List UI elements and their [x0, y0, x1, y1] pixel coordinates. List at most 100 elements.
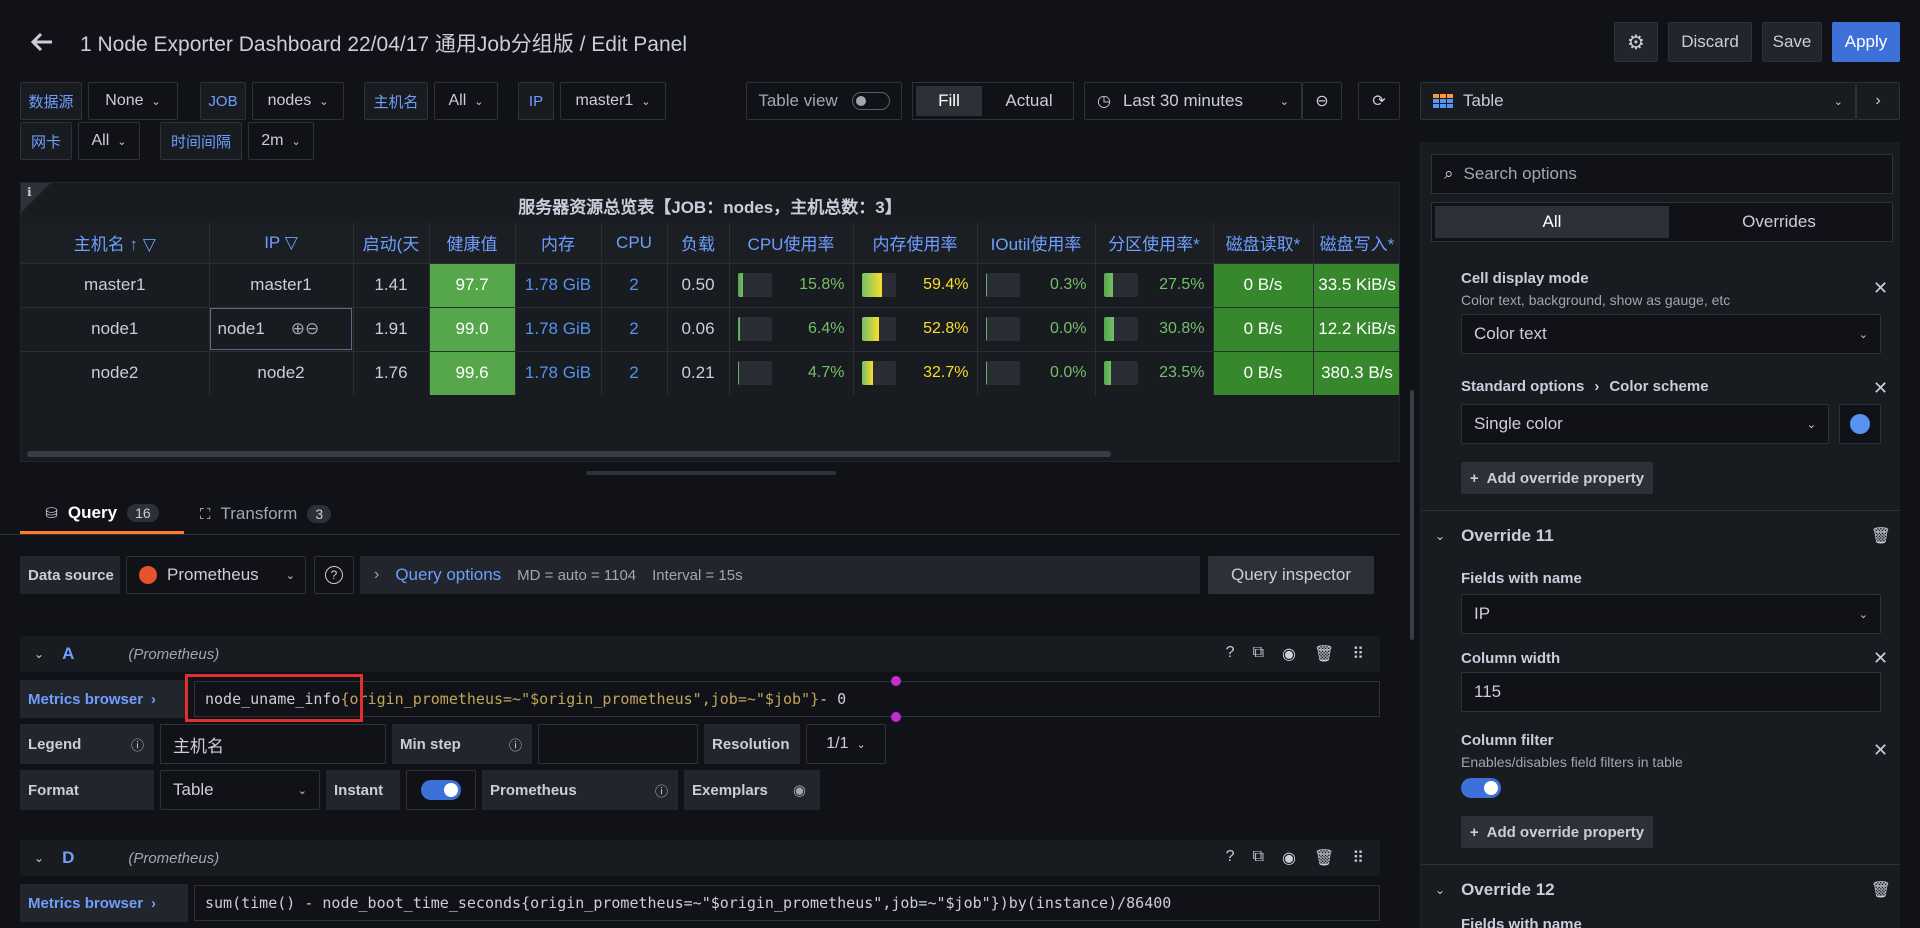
cell-display-select[interactable]: Color text ⌄	[1461, 314, 1881, 354]
splitter-handle[interactable]	[586, 471, 836, 475]
settings-button[interactable]: ⚙	[1614, 22, 1658, 62]
drag-handle-icon[interactable]: ⠿	[1352, 848, 1364, 868]
table-cell-load: 0.50	[667, 262, 730, 307]
table-row: node2 node2 1.76 99.6 1.78 GiB 2 0.21 4.7% 32.7%…	[21, 350, 1399, 395]
column-header-mem[interactable]: 内存	[515, 223, 602, 263]
add-override-property-button[interactable]: + Add override property	[1461, 462, 1653, 494]
column-header-disk-read[interactable]: 磁盘读取*	[1213, 223, 1314, 263]
drag-handle-icon[interactable]: ⠿	[1352, 644, 1364, 664]
query-editor-a[interactable]: node_uname_info {origin_prometheus=~"$ori…	[185, 674, 1380, 722]
horizontal-scrollbar[interactable]	[27, 451, 1111, 457]
tab-overrides[interactable]: Overrides	[1669, 212, 1889, 232]
remove-cell-display-icon[interactable]: ✕	[1873, 278, 1888, 299]
collapse-icon[interactable]: ⌄	[34, 851, 44, 865]
column-header-ip[interactable]: IP ▽	[209, 223, 354, 263]
apply-button[interactable]: Apply	[1832, 22, 1900, 62]
table-cell-ip[interactable]: master1	[209, 262, 354, 307]
trash-icon[interactable]: 🗑	[1871, 526, 1891, 546]
options-scrollbar[interactable]	[1410, 390, 1414, 640]
var-select-host[interactable]: All ⌄	[434, 82, 498, 120]
discard-button[interactable]: Discard	[1668, 22, 1752, 62]
chevron-down-icon: ⌄	[151, 95, 161, 108]
color-scheme-select[interactable]: Single color ⌄	[1461, 404, 1829, 444]
fill-option[interactable]: Fill	[916, 86, 982, 116]
back-arrow-icon[interactable]	[28, 28, 56, 56]
search-options-input[interactable]: ⌕ Search options	[1431, 154, 1893, 194]
remove-color-scheme-icon[interactable]: ✕	[1873, 378, 1888, 399]
var-select-nic[interactable]: All ⌄	[78, 122, 140, 160]
column-header-mem-pct[interactable]: 内存使用率	[853, 223, 978, 263]
column-header-io-pct[interactable]: IOutil使用率	[977, 223, 1096, 263]
override-11-header[interactable]: ⌄ Override 11 🗑	[1435, 516, 1891, 556]
instant-toggle[interactable]	[406, 770, 476, 810]
datasource-picker[interactable]: Prometheus ⌄	[126, 556, 306, 594]
query-editor-d[interactable]: sum(time() - node_boot_time_seconds{orig…	[194, 885, 1380, 921]
column-header-uptime[interactable]: 启动(天	[353, 223, 430, 263]
transform-icon: ⛶	[200, 505, 211, 523]
var-select-job[interactable]: nodes ⌄	[252, 82, 344, 120]
column-header-disk-write[interactable]: 磁盘写入*	[1313, 223, 1399, 263]
visualization-picker[interactable]: Table ⌄	[1420, 82, 1856, 120]
eye-icon[interactable]: ◉	[1282, 644, 1296, 664]
help-icon[interactable]: ?	[1226, 848, 1235, 868]
remove-column-filter-icon[interactable]: ✕	[1873, 740, 1888, 761]
tab-all[interactable]: All	[1435, 206, 1669, 238]
eye-icon[interactable]: ◉	[1282, 848, 1296, 868]
remove-column-width-icon[interactable]: ✕	[1873, 648, 1888, 669]
column-header-cpu[interactable]: CPU	[601, 223, 668, 263]
format-label: Format	[20, 770, 154, 810]
gauge-cell-cpu_pct: 6.4%	[729, 306, 854, 351]
query-options-bar[interactable]: › Query options MD = auto = 1104 Interva…	[360, 556, 1200, 594]
help-icon[interactable]: ?	[1226, 644, 1235, 664]
column-filter-label: Column filter	[1461, 732, 1554, 749]
legend-input[interactable]: 主机名	[160, 724, 386, 764]
collapse-icon[interactable]: ⌄	[34, 647, 44, 661]
trash-icon[interactable]: 🗑	[1871, 880, 1891, 900]
fields-with-name-select[interactable]: IP ⌄	[1461, 594, 1881, 634]
datasource-help-button[interactable]: ?	[314, 556, 354, 594]
filter-zoom-icons[interactable]: ⊕⊖	[291, 319, 320, 338]
filter-icon[interactable]: ▽	[143, 235, 156, 254]
duplicate-icon[interactable]: ⧉	[1253, 848, 1264, 868]
zoom-out-button[interactable]: ⊖	[1302, 82, 1342, 120]
format-select[interactable]: Table ⌄	[160, 770, 320, 810]
filter-icon[interactable]: ▽	[285, 233, 298, 252]
table-cell-ip[interactable]: node2	[209, 350, 354, 395]
time-range-picker[interactable]: ◷ Last 30 minutes ⌄	[1084, 82, 1302, 120]
tab-transform[interactable]: ⛶ Transform 3	[200, 494, 332, 534]
column-filter-toggle[interactable]	[1461, 778, 1501, 798]
actual-option[interactable]: Actual	[985, 83, 1073, 119]
toggle-switch[interactable]	[851, 92, 890, 110]
column-header-health[interactable]: 健康值	[429, 223, 516, 263]
column-header-cpu-pct[interactable]: CPU使用率	[729, 223, 854, 263]
duplicate-icon[interactable]: ⧉	[1253, 644, 1264, 664]
column-header-part-pct[interactable]: 分区使用率*	[1095, 223, 1214, 263]
color-swatch-button[interactable]	[1839, 404, 1881, 444]
options-collapse-button[interactable]: ›	[1856, 82, 1900, 120]
fill-actual-group: Fill Actual	[912, 82, 1074, 120]
column-header-host[interactable]: 主机名 ↑ ▽	[21, 223, 210, 263]
refresh-button[interactable]: ⟳	[1358, 82, 1400, 120]
tab-query[interactable]: ⛁ Query 16	[20, 494, 184, 534]
refresh-icon: ⟳	[1372, 93, 1386, 110]
gauge-cell-part_pct: 23.5%	[1095, 350, 1214, 395]
table-cell-ip[interactable]: node1 ⊕⊖	[209, 306, 354, 351]
column-width-input[interactable]: 115	[1461, 672, 1881, 712]
gauge-bar	[985, 317, 1020, 341]
column-header-load[interactable]: 负载	[667, 223, 730, 263]
metrics-browser-button[interactable]: Metrics browser ›	[20, 680, 188, 718]
var-select-datasource[interactable]: None ⌄	[88, 82, 178, 120]
metrics-browser-button[interactable]: Metrics browser ›	[20, 884, 188, 922]
trash-icon[interactable]: 🗑	[1314, 644, 1334, 664]
save-button[interactable]: Save	[1762, 22, 1822, 62]
min-step-input[interactable]	[538, 724, 698, 764]
resolution-select[interactable]: 1/1 ⌄	[806, 724, 886, 764]
trash-icon[interactable]: 🗑	[1314, 848, 1334, 868]
table-view-toggle[interactable]: Table view	[746, 82, 902, 120]
add-override-property-button-2[interactable]: + Add override property	[1461, 816, 1653, 848]
var-select-ip[interactable]: master1 ⌄	[560, 82, 666, 120]
query-inspector-button[interactable]: Query inspector	[1208, 556, 1374, 594]
override-12-header[interactable]: ⌄ Override 12 🗑	[1435, 870, 1891, 910]
options-pane: ⌕ Search options All Overrides Cell disp…	[1420, 142, 1900, 928]
var-select-interval[interactable]: 2m ⌄	[248, 122, 314, 160]
